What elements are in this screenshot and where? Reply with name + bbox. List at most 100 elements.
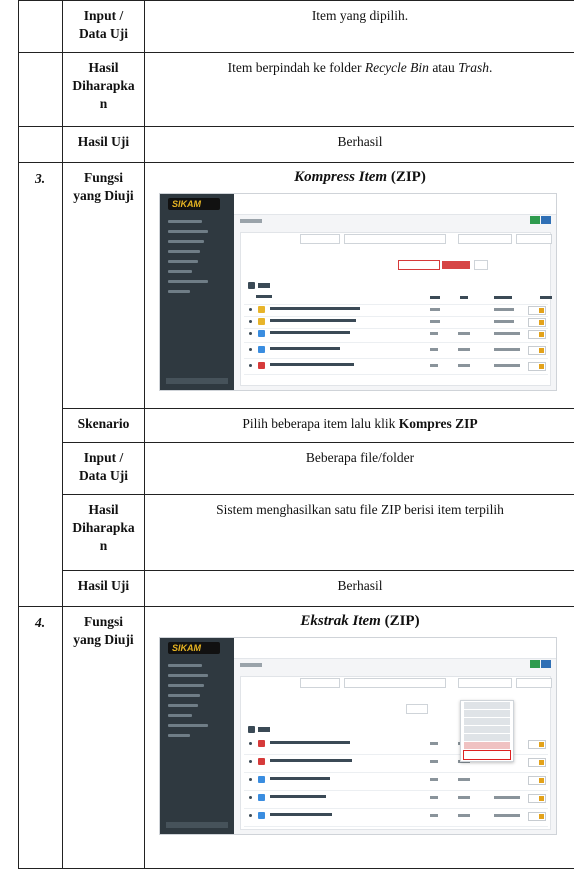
file-icon — [258, 740, 265, 747]
row-label: Input / Data Uji — [62, 0, 145, 53]
case-number-cell: 4. — [18, 606, 63, 869]
file-name — [270, 759, 352, 762]
case-number-cell: 3. — [18, 162, 63, 607]
row-value: Item berpindah ke folder Recycle Bin ata… — [144, 52, 574, 127]
compress-zip-button[interactable] — [398, 260, 440, 270]
row-action-buttons[interactable] — [528, 776, 546, 785]
file-icon — [258, 794, 265, 801]
list-item[interactable] — [244, 360, 548, 375]
row-action-buttons[interactable] — [528, 306, 546, 315]
row-value: Pilih beberapa item lalu klik Kompres ZI… — [144, 408, 574, 443]
sidebar-item — [168, 280, 208, 283]
file-modified — [494, 332, 520, 335]
recycle-bin-button[interactable] — [442, 261, 470, 269]
file-size — [458, 814, 470, 817]
row-action-buttons[interactable] — [528, 318, 546, 327]
scenario-text: Pilih beberapa item lalu klik — [242, 416, 399, 431]
row-action-buttons[interactable] — [528, 794, 546, 803]
file-modified — [494, 348, 520, 351]
app-screenshot: SIKAM — [159, 193, 557, 391]
menu-item[interactable] — [464, 710, 510, 717]
sidebar: SIKAM — [160, 638, 234, 834]
new-folder-button[interactable] — [541, 660, 551, 668]
menu-item[interactable] — [464, 742, 510, 749]
select-dot — [249, 320, 252, 323]
number-cell — [18, 126, 63, 163]
row-action-buttons[interactable] — [528, 740, 546, 749]
list-item[interactable] — [244, 810, 548, 827]
table-row: Hasil Uji Berhasil — [18, 126, 574, 163]
compress-zip-button[interactable] — [406, 704, 428, 714]
search-input[interactable] — [344, 678, 446, 688]
menu-item[interactable] — [464, 726, 510, 733]
row-label: Skenario — [62, 408, 145, 443]
expected-mid: atau — [428, 60, 459, 75]
file-name — [270, 307, 360, 310]
sidebar-item — [168, 674, 208, 677]
sidebar-item — [168, 734, 190, 737]
sidebar-item — [168, 664, 202, 667]
table-row: Input / Data Uji Item yang dipilih. — [18, 0, 574, 53]
sidebar-item — [168, 250, 200, 253]
upload-button[interactable] — [530, 216, 540, 224]
file-modified — [494, 320, 514, 323]
sort-select[interactable] — [516, 234, 552, 244]
file-size — [458, 778, 470, 781]
row-value: Berhasil — [144, 126, 574, 163]
row-label: Fungsi yang Diuji — [62, 162, 145, 409]
sidebar-item — [168, 220, 202, 223]
file-name — [270, 363, 354, 366]
list-item[interactable] — [244, 792, 548, 809]
file-icon — [258, 362, 265, 369]
table-row: Hasil Uji Berhasil — [19, 570, 574, 607]
clear-button[interactable] — [474, 260, 488, 270]
list-item[interactable] — [244, 774, 548, 791]
sidebar-item — [168, 704, 198, 707]
file-name — [270, 331, 350, 334]
search-input[interactable] — [344, 234, 446, 244]
new-folder-button[interactable] — [541, 216, 551, 224]
row-label: Input / Data Uji — [62, 442, 145, 495]
sidebar-item — [168, 290, 190, 293]
select-dot — [249, 778, 252, 781]
folder-icon — [248, 282, 255, 289]
table-row: Input / Data Uji Beberapa file/folder — [19, 442, 574, 495]
trash-term: Trash — [458, 60, 489, 75]
row-action-buttons[interactable] — [528, 346, 546, 355]
file-modified — [494, 364, 520, 367]
col-modified — [494, 296, 512, 299]
col-size — [460, 296, 468, 299]
row-action-buttons[interactable] — [528, 812, 546, 821]
folder-tag — [258, 727, 270, 732]
file-icon — [258, 812, 265, 819]
list-item[interactable] — [244, 328, 548, 343]
row-action-buttons[interactable] — [528, 362, 546, 371]
filter-select[interactable] — [458, 234, 512, 244]
menu-item[interactable] — [464, 734, 510, 741]
file-type — [430, 332, 438, 335]
expected-suffix: . — [488, 60, 493, 75]
logo-icon: SIKAM — [168, 198, 220, 210]
row-value: Kompress Item (ZIP) SIKAM — [144, 162, 574, 409]
row-action-buttons[interactable] — [528, 330, 546, 339]
screenshot-extract: SIKAM — [159, 637, 557, 835]
topbar — [234, 194, 556, 215]
breadcrumb — [240, 663, 262, 667]
select-all-button[interactable] — [300, 234, 340, 244]
topbar — [234, 638, 556, 659]
filter-select[interactable] — [458, 678, 512, 688]
table-row: Hasil Diharapka n Sistem menghasilkan sa… — [19, 494, 574, 571]
screenshot-compress: SIKAM — [159, 193, 557, 391]
list-item[interactable] — [244, 344, 548, 359]
row-action-buttons[interactable] — [528, 758, 546, 767]
sidebar-item — [168, 684, 204, 687]
menu-item[interactable] — [464, 702, 510, 709]
select-all-button[interactable] — [300, 678, 340, 688]
extract-menu-item[interactable] — [463, 750, 511, 760]
file-type — [430, 308, 440, 311]
sidebar-item — [168, 270, 192, 273]
upload-button[interactable] — [530, 660, 540, 668]
row-value: Berhasil — [144, 570, 574, 607]
sort-select[interactable] — [516, 678, 552, 688]
menu-item[interactable] — [464, 718, 510, 725]
